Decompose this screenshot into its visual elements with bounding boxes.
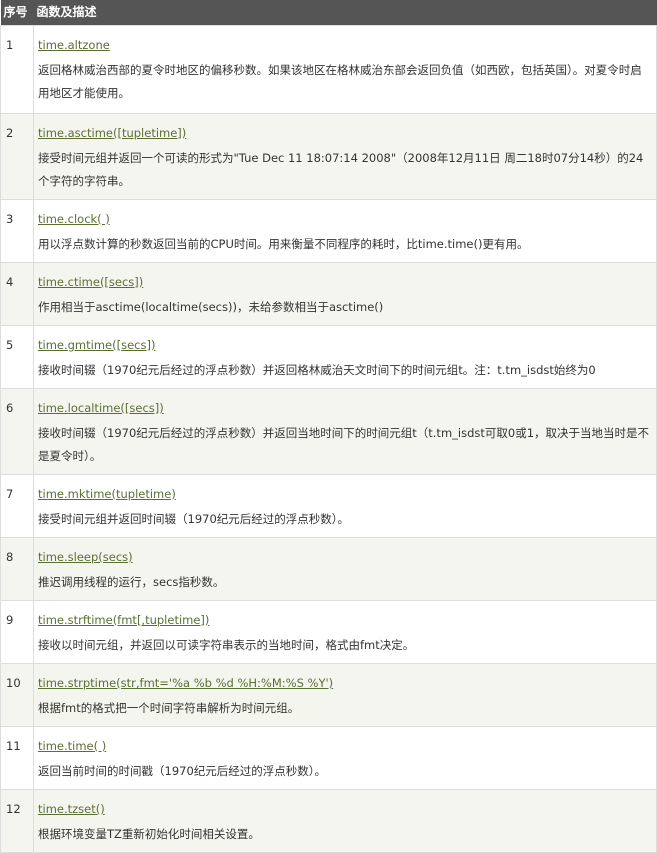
table-row: 8 time.sleep(secs) 推迟调用线程的运行，secs指秒数。: [0, 537, 657, 601]
row-num: 6: [0, 388, 34, 475]
table-row: 10 time.strptime(str,fmt='%a %b %d %H:%M…: [0, 663, 657, 727]
functions-table: 序号 函数及描述 1 time.altzone 返回格林威治西部的夏令时地区的偏…: [0, 0, 657, 853]
row-num: 8: [0, 537, 34, 601]
function-link[interactable]: time.strptime(str,fmt='%a %b %d %H:%M:%S…: [38, 674, 652, 692]
row-content: time.altzone 返回格林威治西部的夏令时地区的偏移秒数。如果该地区在格…: [33, 25, 657, 114]
table-row: 6 time.localtime([secs]) 接收时间辍（1970纪元后经过…: [0, 388, 657, 475]
function-description: 根据fmt的格式把一个时间字符串解析为时间元组。: [38, 701, 300, 715]
function-link[interactable]: time.sleep(secs): [38, 548, 652, 566]
function-description: 接收以时间元组，并返回以可读字符串表示的当地时间，格式由fmt决定。: [38, 638, 415, 652]
row-content: time.asctime([tupletime]) 接受时间元组并返回一个可读的…: [33, 113, 657, 200]
table-row: 4 time.ctime([secs]) 作用相当于asctime(localt…: [0, 262, 657, 326]
row-content: time.mktime(tupletime) 接受时间元组并返回时间辍（1970…: [33, 474, 657, 538]
function-link[interactable]: time.time( ): [38, 737, 652, 755]
table-header-row: 序号 函数及描述: [0, 0, 657, 26]
row-content: time.strftime(fmt[,tupletime]) 接收以时间元组，并…: [33, 600, 657, 664]
header-num: 序号: [0, 0, 34, 26]
row-content: time.tzset() 根据环境变量TZ重新初始化时间相关设置。: [33, 789, 657, 853]
row-content: time.ctime([secs]) 作用相当于asctime(localtim…: [33, 262, 657, 326]
function-description: 用以浮点数计算的秒数返回当前的CPU时间。用来衡量不同程序的耗时，比time.t…: [38, 237, 529, 251]
row-num: 3: [0, 199, 34, 263]
function-description: 接收时间辍（1970纪元后经过的浮点秒数）并返回当地时间下的时间元组t（t.tm…: [38, 426, 650, 463]
row-num: 7: [0, 474, 34, 538]
function-link[interactable]: time.asctime([tupletime]): [38, 124, 652, 142]
row-num: 4: [0, 262, 34, 326]
function-link[interactable]: time.tzset(): [38, 800, 652, 818]
row-num: 2: [0, 113, 34, 200]
row-num: 5: [0, 325, 34, 389]
function-description: 返回格林威治西部的夏令时地区的偏移秒数。如果该地区在格林威治东部会返回负值（如西…: [38, 63, 642, 100]
table-row: 9 time.strftime(fmt[,tupletime]) 接收以时间元组…: [0, 600, 657, 664]
function-link[interactable]: time.localtime([secs]): [38, 399, 652, 417]
table-row: 3 time.clock( ) 用以浮点数计算的秒数返回当前的CPU时间。用来衡…: [0, 199, 657, 263]
function-link[interactable]: time.ctime([secs]): [38, 273, 652, 291]
table-row: 2 time.asctime([tupletime]) 接受时间元组并返回一个可…: [0, 113, 657, 200]
function-link[interactable]: time.clock( ): [38, 210, 652, 228]
function-link[interactable]: time.mktime(tupletime): [38, 485, 652, 503]
function-link[interactable]: time.altzone: [38, 36, 652, 54]
row-content: time.sleep(secs) 推迟调用线程的运行，secs指秒数。: [33, 537, 657, 601]
function-description: 接收时间辍（1970纪元后经过的浮点秒数）并返回格林威治天文时间下的时间元组t。…: [38, 363, 596, 377]
function-description: 返回当前时间的时间戳（1970纪元后经过的浮点秒数）。: [38, 764, 327, 778]
row-content: time.strptime(str,fmt='%a %b %d %H:%M:%S…: [33, 663, 657, 727]
table-row: 11 time.time( ) 返回当前时间的时间戳（1970纪元后经过的浮点秒…: [0, 726, 657, 790]
function-link[interactable]: time.gmtime([secs]): [38, 336, 652, 354]
row-content: time.gmtime([secs]) 接收时间辍（1970纪元后经过的浮点秒数…: [33, 325, 657, 389]
table-row: 1 time.altzone 返回格林威治西部的夏令时地区的偏移秒数。如果该地区…: [0, 25, 657, 114]
function-description: 作用相当于asctime(localtime(secs))，未给参数相当于asc…: [38, 300, 384, 314]
row-num: 12: [0, 789, 34, 853]
row-num: 11: [0, 726, 34, 790]
row-content: time.clock( ) 用以浮点数计算的秒数返回当前的CPU时间。用来衡量不…: [33, 199, 657, 263]
table-row: 12 time.tzset() 根据环境变量TZ重新初始化时间相关设置。: [0, 789, 657, 853]
function-link[interactable]: time.strftime(fmt[,tupletime]): [38, 611, 652, 629]
row-num: 1: [0, 25, 34, 114]
table-row: 7 time.mktime(tupletime) 接受时间元组并返回时间辍（19…: [0, 474, 657, 538]
row-num: 9: [0, 600, 34, 664]
row-content: time.localtime([secs]) 接收时间辍（1970纪元后经过的浮…: [33, 388, 657, 475]
header-desc: 函数及描述: [33, 0, 657, 26]
table-row: 5 time.gmtime([secs]) 接收时间辍（1970纪元后经过的浮点…: [0, 325, 657, 389]
function-description: 推迟调用线程的运行，secs指秒数。: [38, 575, 225, 589]
function-description: 接受时间元组并返回时间辍（1970纪元后经过的浮点秒数）。: [38, 512, 350, 526]
function-description: 根据环境变量TZ重新初始化时间相关设置。: [38, 827, 260, 841]
row-content: time.time( ) 返回当前时间的时间戳（1970纪元后经过的浮点秒数）。: [33, 726, 657, 790]
row-num: 10: [0, 663, 34, 727]
function-description: 接受时间元组并返回一个可读的形式为"Tue Dec 11 18:07:14 20…: [38, 151, 644, 188]
